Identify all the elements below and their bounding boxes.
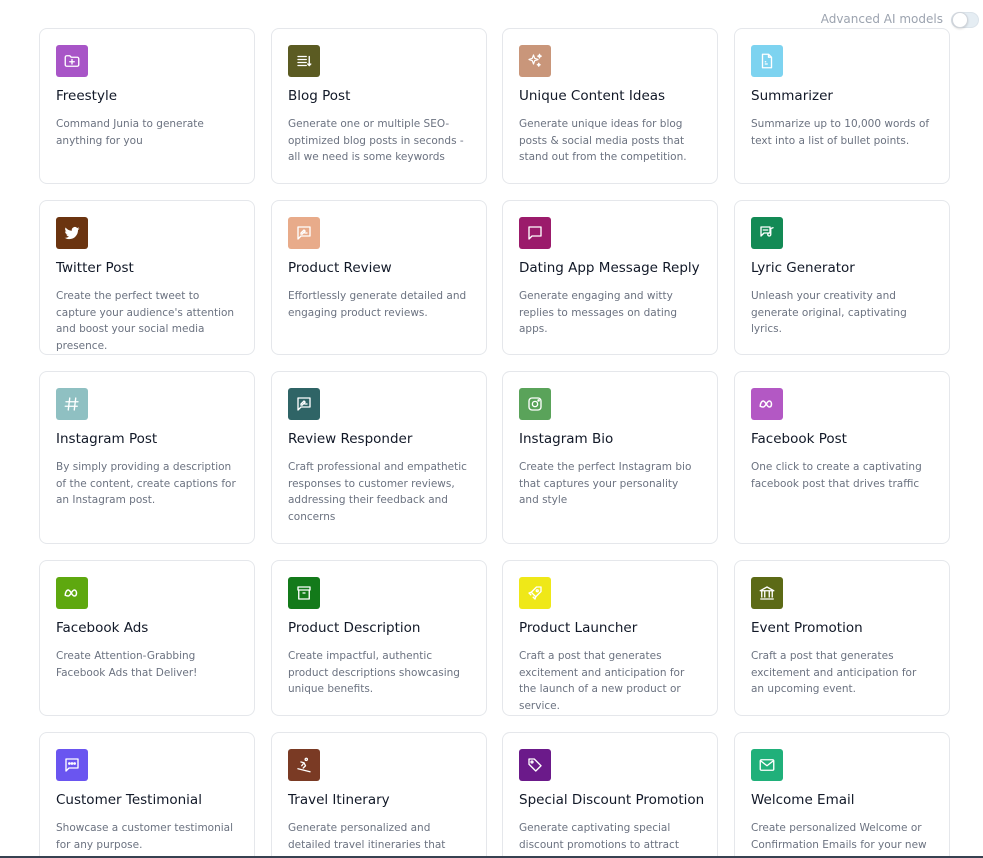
card-title: Travel Itinerary <box>288 792 390 808</box>
template-card-instagram-post[interactable]: Instagram Post By simply providing a desc… <box>39 371 255 544</box>
card-description: Create impactful, authentic product desc… <box>288 650 460 695</box>
lyrics-icon <box>751 217 783 249</box>
archive-icon <box>288 577 320 609</box>
folder-plus-icon <box>56 45 88 77</box>
card-description: Effortlessly generate detailed and engag… <box>288 290 467 319</box>
card-description: Showcase a customer testimonial for any … <box>56 822 234 851</box>
card-description: One click to create a captivating facebo… <box>751 461 922 490</box>
toggle-knob <box>952 12 968 28</box>
mail-icon <box>751 749 783 781</box>
template-card-review-responder[interactable]: Review Responder Craft professional and e… <box>271 371 487 544</box>
skiing-icon <box>288 749 320 781</box>
template-card-blog-post[interactable]: Blog Post Generate one or multiple SEO-op… <box>271 28 487 184</box>
building-icon <box>751 577 783 609</box>
template-card-event-promotion[interactable]: Event Promotion Craft a post that generat… <box>734 560 950 716</box>
card-description: Create the perfect Instagram bio that ca… <box>519 461 692 506</box>
template-card-product-review[interactable]: Product Review Effortlessly generate deta… <box>271 200 487 355</box>
card-description: Summarize up to 10,000 words of text int… <box>751 118 930 147</box>
template-card-lyric-generator[interactable]: Lyric Generator Unleash your creativity a… <box>734 200 950 355</box>
card-description: Craft a post that generates excitement a… <box>519 650 685 712</box>
template-card-dating-app-message-reply[interactable]: Dating App Message Reply Generate engagin… <box>502 200 718 355</box>
card-description: Unleash your creativity and generate ori… <box>751 290 907 335</box>
template-card-product-description[interactable]: Product Description Create impactful, aut… <box>271 560 487 716</box>
template-card-facebook-post[interactable]: Facebook Post One click to create a capti… <box>734 371 950 544</box>
meta-icon <box>56 577 88 609</box>
message-square-icon <box>519 217 551 249</box>
template-card-product-launcher[interactable]: Product Launcher Craft a post that genera… <box>502 560 718 716</box>
template-card-travel-itinerary[interactable]: Travel Itinerary Generate personalized an… <box>271 732 487 858</box>
card-title: Special Discount Promotion <box>519 792 705 808</box>
card-title: Lyric Generator <box>751 260 855 276</box>
card-title: Event Promotion <box>751 620 863 636</box>
template-card-freestyle[interactable]: Freestyle Command Junia to generate anyth… <box>39 28 255 184</box>
review-icon <box>288 388 320 420</box>
card-description: Create personalized Welcome or Confirmat… <box>751 822 927 851</box>
instagram-icon <box>519 388 551 420</box>
card-description: By simply providing a description of the… <box>56 461 236 506</box>
card-title: Product Launcher <box>519 620 638 636</box>
card-description: Create Attention-Grabbing Facebook Ads t… <box>56 650 198 679</box>
advanced-ai-models-toggle[interactable] <box>951 12 979 28</box>
card-description: Generate engaging and witty replies to m… <box>519 290 678 335</box>
card-title: Twitter Post <box>56 260 134 276</box>
card-description: Create the perfect tweet to capture your… <box>56 290 235 352</box>
card-title: Freestyle <box>56 88 118 104</box>
template-grid: Freestyle Command Junia to generate anyth… <box>0 0 983 858</box>
review-icon <box>288 217 320 249</box>
card-description: Generate unique ideas for blog posts & s… <box>519 118 687 163</box>
card-description: Command Junia to generate anything for y… <box>56 118 204 147</box>
card-title: Unique Content Ideas <box>519 88 666 104</box>
sparkles-icon <box>519 45 551 77</box>
card-description: Generate one or multiple SEO-optimized b… <box>288 118 464 163</box>
twitter-icon <box>56 217 88 249</box>
chat-dots-icon <box>56 749 88 781</box>
card-title: Product Review <box>288 260 392 276</box>
card-title: Welcome Email <box>751 792 855 808</box>
card-title: Facebook Ads <box>56 620 149 636</box>
template-card-special-discount-promotion[interactable]: Special Discount Promotion Generate capti… <box>502 732 718 858</box>
tag-icon <box>519 749 551 781</box>
card-description: Craft professional and empathetic respon… <box>288 461 467 523</box>
template-card-welcome-email[interactable]: Welcome Email Create personalized Welcome… <box>734 732 950 858</box>
list-icon <box>288 45 320 77</box>
template-card-facebook-ads[interactable]: Facebook Ads Create Attention-Grabbing Fa… <box>39 560 255 716</box>
card-title: Product Description <box>288 620 421 636</box>
card-title: Review Responder <box>288 431 413 447</box>
card-description: Generate personalized and detailed trave… <box>288 822 446 858</box>
card-title: Customer Testimonial <box>56 792 202 808</box>
advanced-ai-models-label: Advanced AI models <box>820 12 943 26</box>
card-title: Blog Post <box>288 88 351 104</box>
rocket-icon <box>519 577 551 609</box>
meta-icon <box>751 388 783 420</box>
card-title: Summarizer <box>751 88 833 104</box>
card-title: Dating App Message Reply <box>519 260 700 276</box>
template-card-customer-testimonial[interactable]: Customer Testimonial Showcase a customer … <box>39 732 255 858</box>
document-icon <box>751 45 783 77</box>
template-card-summarizer[interactable]: Summarizer Summarize up to 10,000 words o… <box>734 28 950 184</box>
card-title: Instagram Bio <box>519 431 614 447</box>
card-title: Instagram Post <box>56 431 158 447</box>
hashtag-icon <box>56 388 88 420</box>
card-description: Craft a post that generates excitement a… <box>751 650 917 695</box>
card-description: Generate captivating special discount pr… <box>519 822 679 851</box>
template-card-twitter-post[interactable]: Twitter Post Create the perfect tweet to … <box>39 200 255 355</box>
template-card-unique-content-ideas[interactable]: Unique Content Ideas Generate unique idea… <box>502 28 718 184</box>
template-card-instagram-bio[interactable]: Instagram Bio Create the perfect Instagra… <box>502 371 718 544</box>
card-title: Facebook Post <box>751 431 847 447</box>
top-bar: Advanced AI models <box>0 0 983 44</box>
